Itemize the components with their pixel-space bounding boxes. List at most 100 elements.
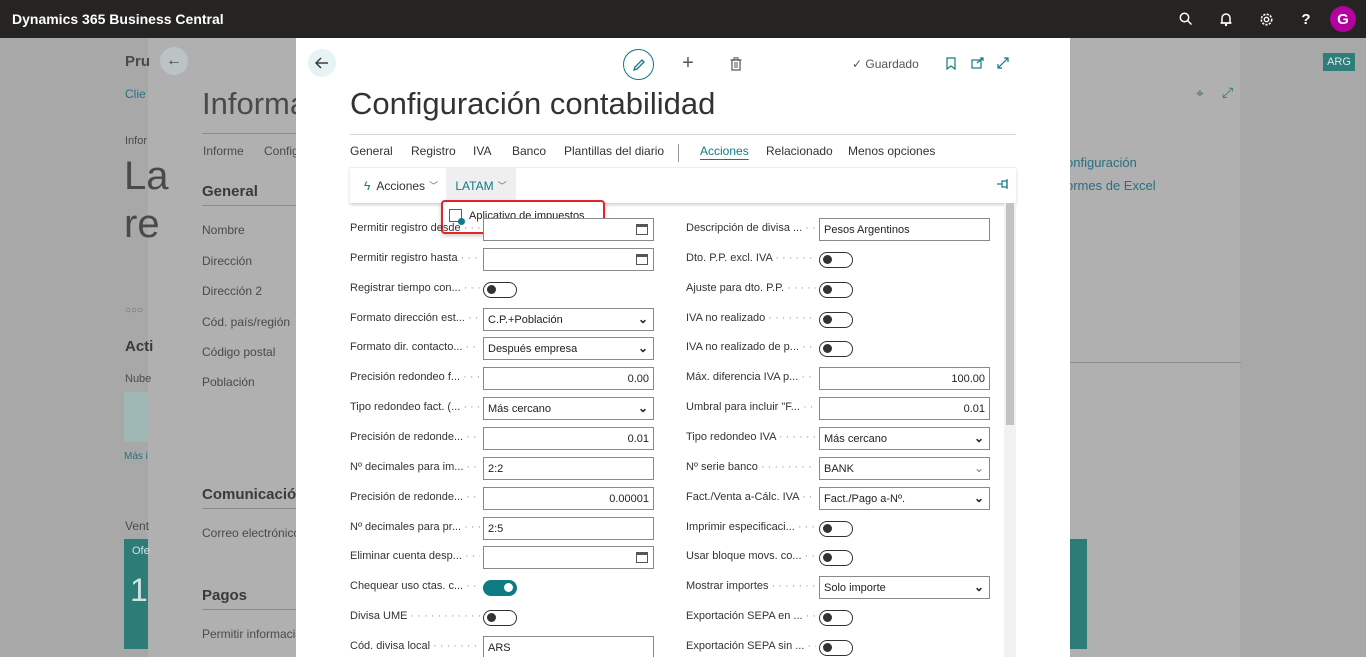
toggle-switch[interactable] [483,610,517,626]
text-field[interactable]: 100.00 [819,367,990,390]
text-field[interactable]: ARS [483,636,654,657]
help-icon[interactable]: ? [1286,0,1326,38]
add-icon[interactable]: + [679,52,697,74]
check-icon: ✓ [852,57,863,71]
bg-expand-icon: ⤢ [1222,84,1234,100]
bg-link-configuracion: onfiguración [1066,155,1137,170]
bg-title-fragment: Pru [125,53,151,70]
field-label-text: Nº serie banco [686,461,758,473]
toggle-switch[interactable] [819,550,853,566]
scrollbar-thumb[interactable] [1006,203,1014,425]
chevron-down-icon: ⌄ [973,580,984,594]
select-field[interactable]: Más cercano ⌄ [819,427,990,450]
tab-menos-opciones[interactable]: Menos opciones [848,144,935,158]
field-label-text: Chequear uso ctas. c... [350,580,464,592]
field-label-text: Mostrar importes [686,580,769,592]
bg-label-nombre: Nombre [202,223,245,237]
text-field[interactable]: 2:5 [483,517,654,540]
toggle-switch[interactable] [819,341,853,357]
field-label: Mostrar importes · · · · · · · · · · · · [686,580,816,592]
field-label: Exportación SEPA sin ... · · · · · · · ·… [686,640,816,652]
text-field[interactable]: 0.00001 [483,487,654,510]
bg-label-poblacion: Población [202,375,255,389]
field-label: Precisión de redonde... · · · · · · · · … [350,491,480,503]
select-field[interactable]: Más cercano ⌄ [483,397,654,420]
text-field[interactable]: 0.01 [819,397,990,420]
select-field[interactable]: Fact./Pago a-Nº. ⌄ [819,487,990,510]
date-field[interactable] [483,248,654,271]
bell-icon[interactable] [1206,0,1246,38]
field-label-text: Permitir registro desde [350,222,461,234]
acciones-menu-button[interactable]: ϟ Acciones ﹀ [350,168,444,203]
field-label-text: Fact./Venta a-Cálc. IVA [686,491,799,503]
field-label-text: Dto. P.P. excl. IVA [686,252,773,264]
expand-icon[interactable] [995,55,1011,71]
field-label-text: Precisión de redonde... [350,431,464,443]
field-label: Cód. divisa local · · · · · · · · · · · … [350,640,480,652]
pin-icon[interactable] [996,178,1010,192]
text-field[interactable]: Pesos Argentinos [819,218,990,241]
avatar[interactable]: G [1330,6,1356,32]
field-label: Divisa UME · · · · · · · · · · · · [350,610,480,622]
select-field[interactable]: BANK ⌄ [819,457,990,480]
field-value: 2:2 [488,462,504,475]
toggle-switch[interactable] [483,282,517,298]
tab-relacionado[interactable]: Relacionado [766,144,833,158]
field-label: Nº serie banco · · · · · · · · · · · · [686,461,816,473]
toggle-switch[interactable] [819,521,853,537]
bg-pagos-header: Pagos [202,587,248,604]
select-field[interactable]: C.P.+Población ⌄ [483,308,654,331]
field-label-text: Formato dir. contacto... [350,341,463,353]
text-field[interactable]: 0.00 [483,367,654,390]
field-label-text: Eliminar cuenta desp... [350,550,462,562]
bg-tile [124,392,148,442]
latam-menu-button[interactable]: LATAM ﹀ [446,168,516,203]
search-icon[interactable] [1166,0,1206,38]
calendar-icon[interactable] [636,552,648,563]
text-field[interactable]: 0.01 [483,427,654,450]
tab-plantillas[interactable]: Plantillas del diario [564,144,664,158]
field-label: Imprimir especificaci... · · · · · · · ·… [686,521,816,533]
field-label-text: Registrar tiempo con... [350,282,461,294]
bg-la: La [124,154,169,198]
bg-nube: Nube [125,373,152,385]
field-label: Precisión redondeo f... · · · · · · · · … [350,371,480,383]
toggle-switch[interactable] [819,282,853,298]
back-button[interactable] [308,49,336,77]
toggle-switch[interactable] [819,610,853,626]
bg-divider [202,609,296,610]
toggle-switch[interactable] [819,252,853,268]
tab-acciones[interactable]: Acciones [700,144,749,158]
tab-banco[interactable]: Banco [512,144,546,158]
bookmark-icon[interactable] [944,55,958,71]
field-label: Formato dirección est... · · · · · · · ·… [350,312,480,324]
date-field[interactable] [483,218,654,241]
toggle-switch[interactable] [819,312,853,328]
bg-permitir: Permitir información [202,627,309,641]
field-label: Nº decimales para im... · · · · · · · · … [350,461,480,473]
calendar-icon[interactable] [636,254,648,265]
bg-label-cp: Código postal [202,345,276,359]
field-label-text: Tipo redondeo fact. (... [350,401,461,413]
text-field[interactable]: 2:2 [483,457,654,480]
open-new-window-icon[interactable] [969,55,985,71]
field-label: Dto. P.P. excl. IVA · · · · · · · · · · … [686,252,816,264]
tab-registro[interactable]: Registro [411,144,456,158]
delete-icon[interactable] [728,55,744,73]
toggle-switch[interactable] [483,580,517,596]
gear-icon[interactable] [1246,0,1286,38]
app-title[interactable]: Dynamics 365 Business Central [12,11,224,27]
field-label-text: Umbral para incluir "F... [686,401,800,413]
select-field[interactable]: Solo importe ⌄ [819,576,990,599]
field-label-text: Formato dirección est... [350,312,465,324]
tab-iva[interactable]: IVA [473,144,491,158]
chevron-down-icon: ⌄ [973,431,984,445]
edit-button[interactable] [623,49,654,80]
toggle-switch[interactable] [819,640,853,656]
calendar-icon[interactable] [636,224,648,235]
bg-divider [1070,362,1241,363]
date-field[interactable] [483,546,654,569]
select-field[interactable]: Después empresa ⌄ [483,337,654,360]
chevron-down-icon: ﹀ [429,181,439,191]
tab-general[interactable]: General [350,144,393,158]
